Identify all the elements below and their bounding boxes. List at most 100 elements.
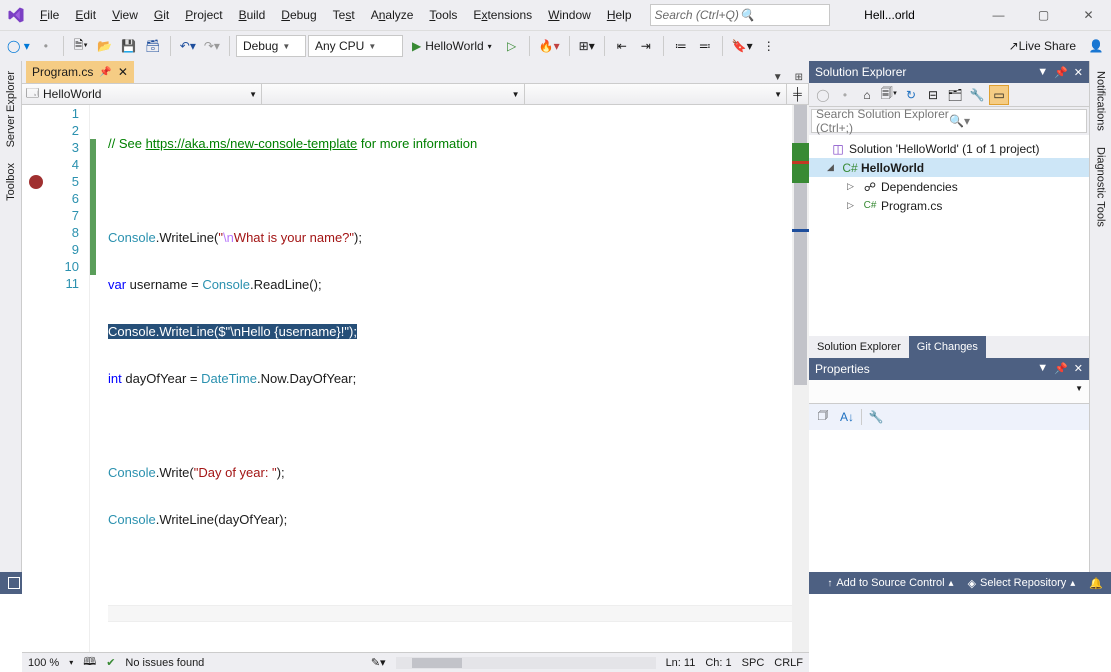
indent-indicator[interactable]: SPC [742,657,765,669]
properties-header[interactable]: Properties ▼📌✕ [809,358,1089,380]
se-showall-icon[interactable]: 🗂 [945,85,965,105]
panel-options-icon[interactable]: ▼ [1037,362,1048,375]
issues-text[interactable]: No issues found [125,657,204,669]
start-debug-button[interactable]: ▶HelloWorld▾ [405,35,499,57]
menu-build[interactable]: Build [231,0,274,30]
undo-button[interactable]: ↶▾ [177,35,199,57]
menu-view[interactable]: View [104,0,146,30]
se-home-icon[interactable]: ⌂ [857,85,877,105]
nav-members-combo[interactable]: ▼ [525,84,788,104]
nav-types-combo[interactable]: ▼ [262,84,525,104]
notifications-tab[interactable]: Notifications [1093,65,1109,137]
nav-fwd-button[interactable]: • [35,35,57,57]
se-refresh-icon[interactable]: ↻ [901,85,921,105]
menu-tools[interactable]: Tools [421,0,465,30]
tree-deps-node[interactable]: ▷☍Dependencies [809,177,1089,196]
open-button[interactable]: 📂 [94,35,116,57]
issues-icon[interactable]: 🕮 [83,653,96,672]
bookmark-button[interactable]: 🔖▾ [729,35,756,57]
live-share-button[interactable]: ↗ Live Share [1002,35,1083,57]
panel-pin-icon[interactable]: 📌 [1054,362,1068,375]
select-repo-button[interactable]: ◈Select Repository▴ [968,577,1076,590]
menu-help[interactable]: Help [599,0,640,30]
notifications-bell-icon[interactable]: 🔔 [1089,577,1103,590]
save-button[interactable]: 💾 [118,35,140,57]
menu-analyze[interactable]: Analyze [363,0,422,30]
toolbox-tab[interactable]: Toolbox [3,157,19,207]
se-preview-icon[interactable]: ▭ [989,85,1009,105]
maximize-button[interactable]: ▢ [1021,0,1066,30]
config-combo[interactable]: Debug▼ [236,35,306,57]
nav-back-button[interactable]: ◯ ▾ [4,35,33,57]
comment-button[interactable]: ≔ [670,35,692,57]
panel-close-icon[interactable]: ✕ [1074,362,1083,375]
pin-icon[interactable]: 📌 [99,67,111,78]
tab-solution-explorer[interactable]: Solution Explorer [809,336,909,358]
doc-tabs-dropdown[interactable]: ▼ [767,72,789,83]
vertical-scrollbar[interactable] [792,105,809,652]
doc-tab-program[interactable]: Program.cs 📌 ✕ [26,61,134,83]
start-nodebug-button[interactable]: ▷ [501,35,523,57]
more-button[interactable]: ⋮ [758,35,780,57]
save-all-button[interactable]: 🗃 [142,35,164,57]
new-project-button[interactable]: 🗎▾ [70,35,92,57]
indent-less-button[interactable]: ⇤ [611,35,633,57]
breakpoint-icon[interactable] [29,175,43,189]
close-button[interactable]: ✕ [1066,0,1111,30]
menu-edit[interactable]: Edit [67,0,104,30]
col-indicator[interactable]: Ch: 1 [705,657,731,669]
solution-tree[interactable]: ◫Solution 'HelloWorld' (1 of 1 project) … [809,135,1089,336]
se-sync-icon[interactable]: 🗐▾ [879,85,899,105]
menu-file[interactable]: FFileile [32,0,67,30]
menu-test[interactable]: Test [325,0,363,30]
layout1-button[interactable]: ⊞▾ [576,35,598,57]
diagnostic-tools-tab[interactable]: Diagnostic Tools [1093,141,1109,233]
tree-solution-node[interactable]: ◫Solution 'HelloWorld' (1 of 1 project) [809,139,1089,158]
tree-file-node[interactable]: ▷C#Program.cs [809,196,1089,215]
server-explorer-tab[interactable]: Server Explorer [3,65,19,153]
brush-icon[interactable]: ✎▾ [371,656,386,669]
nav-scope-combo[interactable]: 🗔 HelloWorld▼ [22,84,262,104]
tree-project-node[interactable]: ◢C#HelloWorld [809,158,1089,177]
menu-project[interactable]: Project [177,0,230,30]
se-search[interactable]: Search Solution Explorer (Ctrl+;) 🔍▾ [811,109,1087,133]
zoom-level[interactable]: 100 % [28,657,59,669]
props-category-combo[interactable]: ▼ [809,380,1089,404]
props-category-icon[interactable]: 🗇 [813,407,833,427]
hot-reload-button[interactable]: 🔥▾ [536,35,563,57]
breakpoint-margin[interactable] [22,105,50,652]
source-control-button[interactable]: ↑Add to Source Control▴ [827,577,953,589]
se-fwd-icon[interactable]: • [835,85,855,105]
split-button[interactable]: ╪ [787,84,809,104]
props-sort-icon[interactable]: A↓ [837,407,857,427]
menu-debug[interactable]: Debug [273,0,324,30]
panel-pin-icon[interactable]: 📌 [1054,66,1068,79]
eol-indicator[interactable]: CRLF [774,657,803,669]
status-mode-icon[interactable] [8,577,20,589]
props-wrench-icon[interactable]: 🔧 [866,407,886,427]
doc-tab-close-icon[interactable]: ✕ [118,65,128,79]
tab-git-changes[interactable]: Git Changes [909,336,986,358]
menu-git[interactable]: Git [146,0,177,30]
menu-window[interactable]: Window [540,0,599,30]
panel-close-icon[interactable]: ✕ [1074,66,1083,79]
se-properties-icon[interactable]: 🔧 [967,85,987,105]
solution-explorer-header[interactable]: Solution Explorer ▼📌✕ [809,61,1089,83]
menu-extensions[interactable]: Extensions [465,0,540,30]
uncomment-button[interactable]: ≕ [694,35,716,57]
window-layout-button[interactable]: ⊞ [789,72,809,83]
se-back-icon[interactable]: ◯ [813,85,833,105]
search-box[interactable]: Search (Ctrl+Q) 🔍 [650,4,830,26]
redo-button[interactable]: ↷▾ [201,35,223,57]
platform-combo[interactable]: Any CPU▼ [308,35,403,57]
code-content[interactable]: // See https://aka.ms/new-console-templa… [96,105,809,652]
panel-options-icon[interactable]: ▼ [1037,66,1048,79]
se-collapse-icon[interactable]: ⊟ [923,85,943,105]
horizontal-scrollbar[interactable] [396,657,656,669]
indent-more-button[interactable]: ⇥ [635,35,657,57]
line-indicator[interactable]: Ln: 11 [666,657,696,669]
code-editor[interactable]: 1234567891011 // See https://aka.ms/new-… [22,105,809,652]
minimize-button[interactable]: — [976,0,1021,30]
code-nav-bar: 🗔 HelloWorld▼ ▼ ▼ ╪ [22,83,809,105]
feedback-button[interactable]: 👤 [1085,35,1107,57]
